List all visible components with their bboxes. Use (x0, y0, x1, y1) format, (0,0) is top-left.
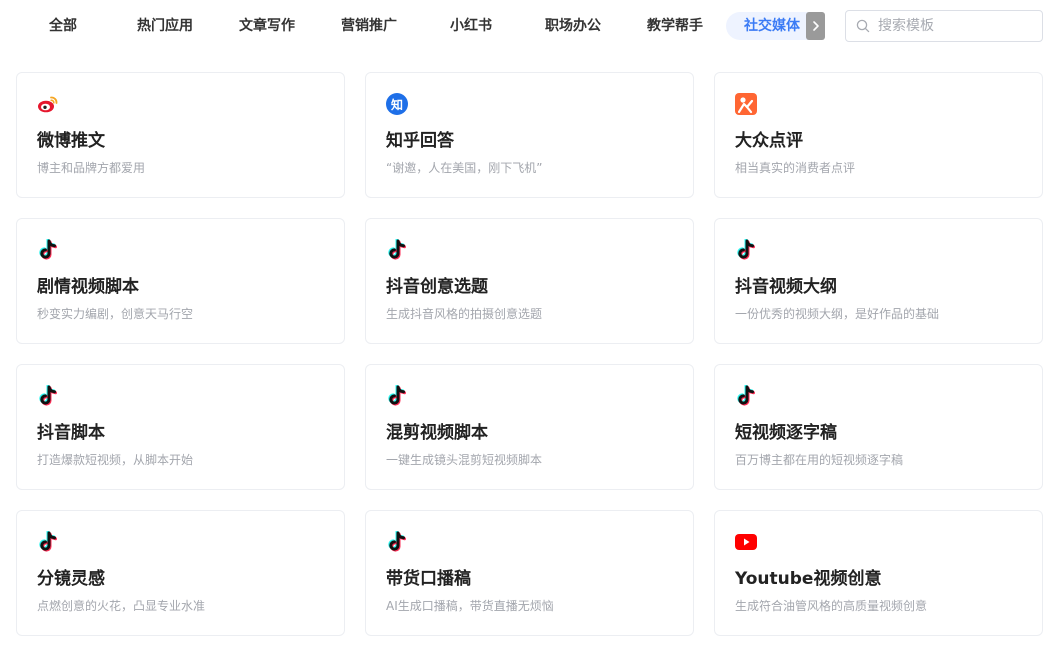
category-tabs: 全部 热门应用 文章写作 营销推广 小红书 职场办公 教学帮手 社交媒体 (12, 12, 824, 40)
card-description: 相当真实的消费者点评 (735, 161, 856, 175)
card-title: 知乎回答 (386, 131, 454, 151)
template-card-storyboard[interactable]: 分镜灵感 点燃创意的火花，凸显专业水准 (16, 510, 345, 636)
douyin-icon (37, 385, 59, 407)
card-description: 打造爆款短视频，从脚本开始 (37, 453, 194, 467)
card-title: 分镜灵感 (37, 569, 105, 589)
tab-teaching[interactable]: 教学帮手 (624, 12, 726, 40)
tab-all[interactable]: 全部 (12, 12, 114, 40)
tab-marketing[interactable]: 营销推广 (318, 12, 420, 40)
douyin-icon (386, 239, 408, 261)
card-description: AI生成口播稿，带货直播无烦恼 (386, 599, 554, 613)
card-description: 博主和品牌方都爱用 (37, 161, 146, 175)
card-title: 带货口播稿 (386, 569, 471, 589)
chevron-right-icon (812, 21, 819, 31)
template-card-transcript[interactable]: 短视频逐字稿 百万博主都在用的短视频逐字稿 (714, 364, 1043, 490)
card-title: 大众点评 (735, 131, 803, 151)
template-card-zhihu[interactable]: 知 知乎回答 “谢邀，人在美国，刚下飞机” (365, 72, 694, 198)
template-card-remix-script[interactable]: 混剪视频脚本 一键生成镜头混剪短视频脚本 (365, 364, 694, 490)
template-card-drama-script[interactable]: 剧情视频脚本 秒变实力编剧，创意天马行空 (16, 218, 345, 344)
template-grid: 微博推文 博主和品牌方都爱用 知 知乎回答 “谢邀，人在美国，刚下飞机” 大众点… (16, 72, 1043, 636)
template-card-youtube[interactable]: Youtube视频创意 生成符合油管风格的高质量视频创意 (714, 510, 1043, 636)
card-description: 百万博主都在用的短视频逐字稿 (735, 453, 904, 467)
card-description: 点燃创意的火花，凸显专业水准 (37, 599, 206, 613)
douyin-icon (37, 531, 59, 553)
card-title: 抖音脚本 (37, 423, 105, 443)
card-title: 抖音创意选题 (386, 277, 488, 297)
search-box[interactable] (845, 10, 1043, 42)
card-description: 一份优秀的视频大纲，是好作品的基础 (735, 307, 940, 321)
dianping-icon (735, 93, 757, 115)
tab-office[interactable]: 职场办公 (522, 12, 624, 40)
template-card-weibo[interactable]: 微博推文 博主和品牌方都爱用 (16, 72, 345, 198)
template-card-dianping[interactable]: 大众点评 相当真实的消费者点评 (714, 72, 1043, 198)
douyin-icon (386, 385, 408, 407)
tab-xiaohongshu[interactable]: 小红书 (420, 12, 522, 40)
douyin-icon (735, 385, 757, 407)
template-card-douyin-topics[interactable]: 抖音创意选题 生成抖音风格的拍摄创意选题 (365, 218, 694, 344)
template-card-douyin-script[interactable]: 抖音脚本 打造爆款短视频，从脚本开始 (16, 364, 345, 490)
card-description: 生成抖音风格的拍摄创意选题 (386, 307, 543, 321)
card-title: 抖音视频大纲 (735, 277, 837, 297)
zhihu-icon-glyph: 知 (386, 93, 408, 115)
douyin-icon (735, 239, 757, 261)
zhihu-icon: 知 (386, 93, 408, 115)
card-description: 生成符合油管风格的高质量视频创意 (735, 599, 928, 613)
youtube-icon (735, 531, 757, 553)
template-card-douyin-outline[interactable]: 抖音视频大纲 一份优秀的视频大纲，是好作品的基础 (714, 218, 1043, 344)
tab-hot-apps[interactable]: 热门应用 (114, 12, 216, 40)
card-description: 秒变实力编剧，创意天马行空 (37, 307, 194, 321)
card-description: 一键生成镜头混剪短视频脚本 (386, 453, 543, 467)
card-title: 混剪视频脚本 (386, 423, 488, 443)
card-description: “谢邀，人在美国，刚下飞机” (386, 161, 543, 175)
tab-article-writing[interactable]: 文章写作 (216, 12, 318, 40)
tabs-scroll-right-button[interactable] (806, 12, 825, 40)
card-title: Youtube视频创意 (735, 569, 882, 589)
douyin-icon (37, 239, 59, 261)
card-title: 短视频逐字稿 (735, 423, 837, 443)
search-input[interactable] (876, 17, 1030, 35)
weibo-icon (37, 93, 59, 115)
douyin-icon (386, 531, 408, 553)
card-title: 剧情视频脚本 (37, 277, 139, 297)
top-bar: 全部 热门应用 文章写作 营销推广 小红书 职场办公 教学帮手 社交媒体 (0, 0, 1057, 54)
template-card-live-sales-script[interactable]: 带货口播稿 AI生成口播稿，带货直播无烦恼 (365, 510, 694, 636)
search-icon (856, 19, 870, 33)
card-title: 微博推文 (37, 131, 105, 151)
